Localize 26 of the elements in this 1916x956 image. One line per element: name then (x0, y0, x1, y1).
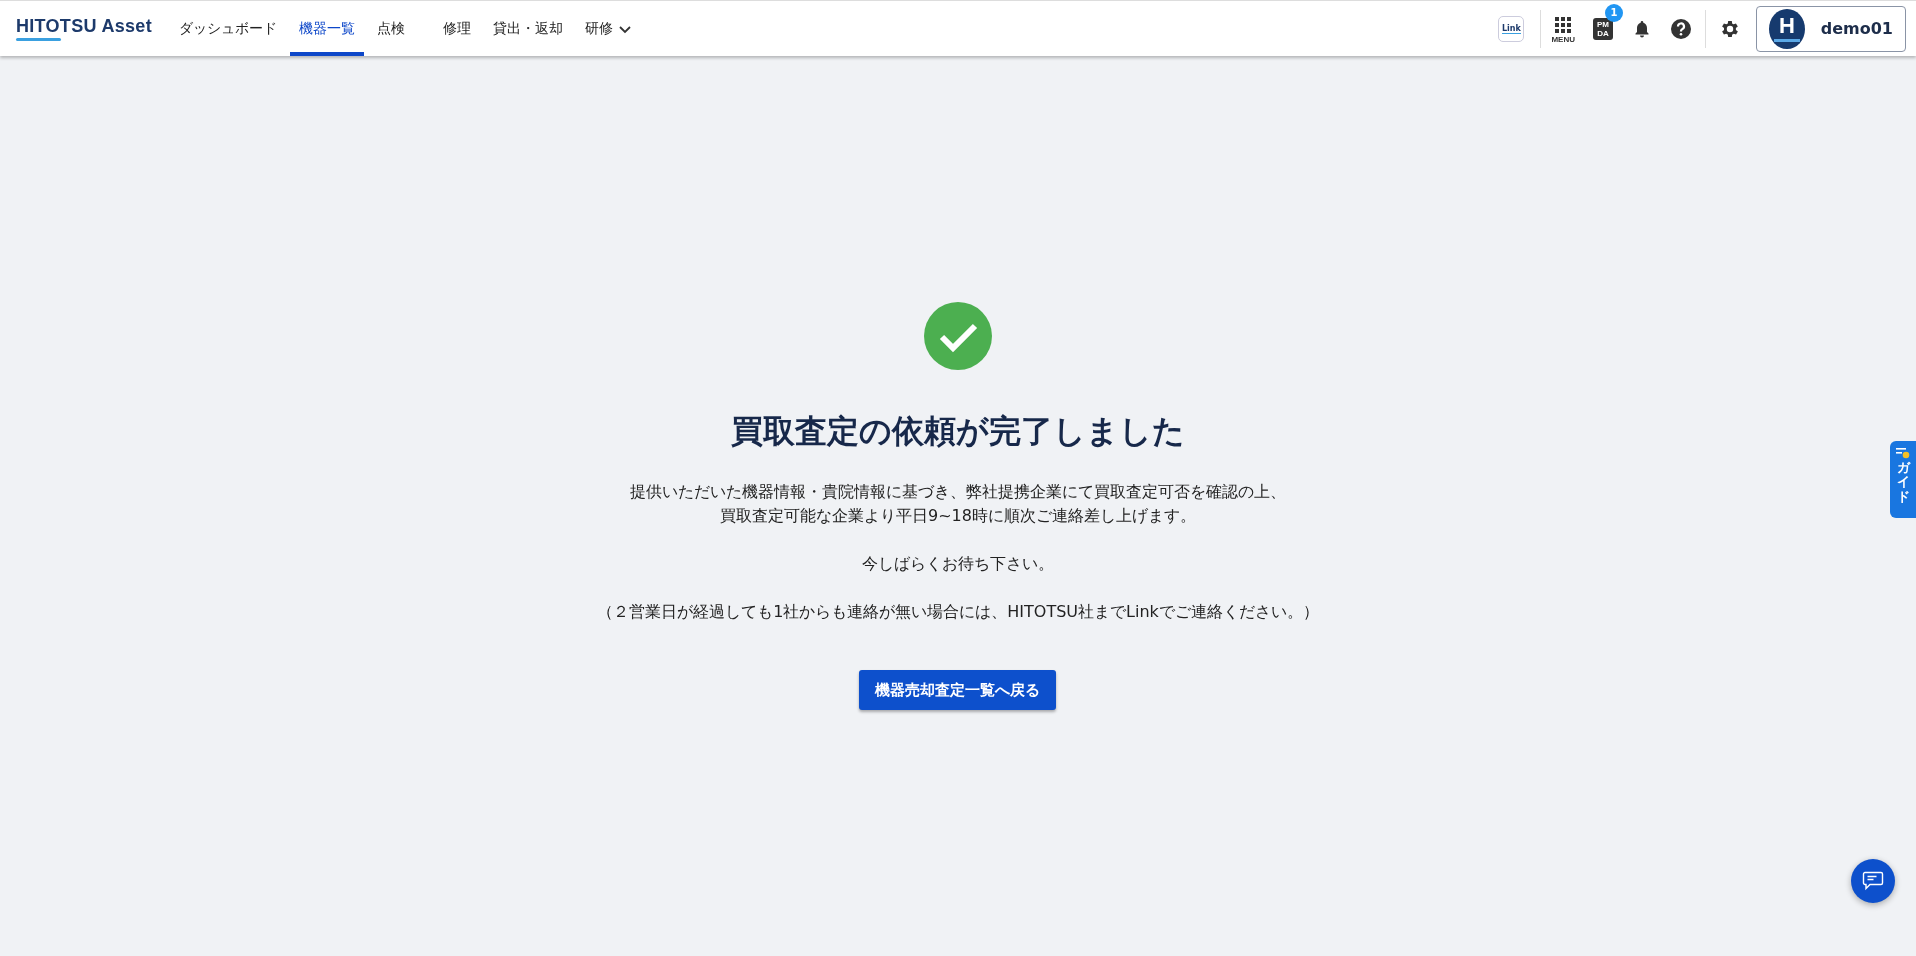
logo[interactable]: HITOTSU Asset (0, 1, 170, 56)
help-icon (1670, 17, 1692, 40)
nav-tab[interactable]: 機器一覧 (289, 1, 364, 56)
completion-message: 提供いただいた機器情報・貴院情報に基づき、弊社提携企業にて買取査定可否を確認の上、 買取査定可能な企業より平日9~18時に順次ご連絡差し上げます。 (630, 481, 1286, 527)
completion-title: 買取査定の依頼が完了しました (731, 411, 1185, 452)
success-check-icon (924, 302, 992, 370)
help-button[interactable] (1670, 17, 1692, 40)
chat-button[interactable] (1851, 859, 1895, 903)
contact-note: （２営業日が経過しても1社からも連絡が無い場合には、HITOTSU社までLinkでご連絡ください。） (597, 601, 1319, 623)
guide-icon (1896, 447, 1910, 459)
nav-tab[interactable]: ダッシュボード (169, 1, 286, 56)
wait-message: 今しばらくお待ち下さい。 (862, 553, 1054, 575)
guide-tab[interactable]: ガイド (1890, 441, 1916, 518)
nav-tab[interactable]: 修理 (433, 1, 480, 56)
user-avatar: H (1769, 8, 1805, 49)
chat-icon (1862, 871, 1884, 891)
menu-button[interactable]: MENU (1545, 17, 1581, 44)
nav-tab[interactable]: 研修 (575, 1, 642, 56)
nav-tab[interactable]: 点検 (367, 1, 414, 56)
notification-badge: 1 (1605, 3, 1623, 22)
grid-icon (1555, 17, 1572, 33)
pmda-button[interactable]: PM DA (1593, 17, 1613, 40)
link-app-icon[interactable]: Link (1498, 15, 1525, 42)
nav-tab[interactable]: 貸出・返却 (483, 1, 572, 56)
user-menu-button[interactable]: H demo01 (1756, 5, 1906, 52)
back-to-list-button[interactable]: 機器売却査定一覧へ戻る (859, 670, 1057, 710)
